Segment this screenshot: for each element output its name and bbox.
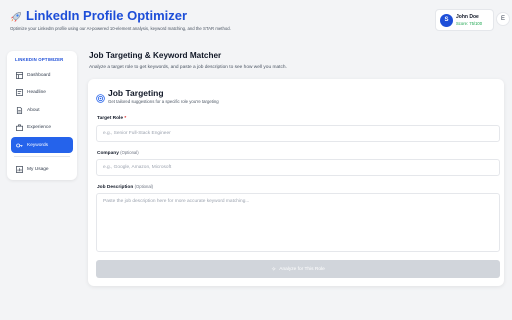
dashboard-icon xyxy=(16,71,23,79)
headline-icon xyxy=(16,89,23,96)
user-name: John Doe xyxy=(456,14,479,20)
sidebar-item-headline[interactable]: Headline xyxy=(11,85,73,101)
app-header: LinkedIn Profile Optimizer Optimize your… xyxy=(0,0,512,38)
card-header: Job Targeting Get tailored suggestions f… xyxy=(96,88,219,104)
required-mark: * xyxy=(124,116,127,121)
page-title: Job Targeting & Keyword Matcher xyxy=(89,51,222,60)
usage-icon xyxy=(16,165,23,173)
card-title: Job Targeting xyxy=(108,88,164,98)
sidebar-item-about[interactable]: About xyxy=(11,102,73,118)
app-title-text: LinkedIn Profile Optimizer xyxy=(26,8,188,23)
sidebar-heading: LINKEDIN OPTIMIZER xyxy=(15,57,64,62)
job-description-label: Job Description (Optional) xyxy=(97,184,153,190)
analyze-role-button[interactable]: ✧ Analyze for This Role xyxy=(96,260,500,278)
key-icon xyxy=(16,142,23,149)
optional-tag: (Optional) xyxy=(120,150,139,155)
job-description-textarea[interactable]: Paste the job description here for more … xyxy=(96,193,500,252)
rocket-icon xyxy=(10,10,22,22)
sidebar-item-usage[interactable]: My Usage xyxy=(11,161,73,177)
user-score: Score: 75/100 xyxy=(456,21,483,26)
about-icon xyxy=(16,106,23,114)
analyze-role-label: Analyze for This Role xyxy=(279,266,325,272)
sidebar-item-label: Headline xyxy=(27,90,46,95)
sidebar-item-dashboard[interactable]: Dashboard xyxy=(11,67,73,83)
app-subtitle: Optimize your LinkedIn profile using our… xyxy=(10,26,231,31)
optional-tag: (Optional) xyxy=(134,184,153,189)
sidebar-divider xyxy=(14,156,70,157)
page-description: Analyze a target role to get keywords, a… xyxy=(89,65,287,70)
avatar: S xyxy=(440,13,453,27)
briefcase-icon xyxy=(16,124,23,131)
user-profile-card[interactable]: S John Doe Score: 75/100 xyxy=(435,9,494,31)
sidebar-item-experience[interactable]: Experience xyxy=(11,120,73,136)
app-title: LinkedIn Profile Optimizer xyxy=(10,8,187,23)
target-role-label: Target Role * xyxy=(97,116,127,121)
target-role-input[interactable]: e.g., Senior Full-Stack Engineer xyxy=(96,125,500,142)
sidebar-item-label: Keywords xyxy=(27,142,49,148)
sidebar-item-keywords[interactable]: Keywords xyxy=(11,137,73,153)
sidebar: LINKEDIN OPTIMIZER Dashboard Headline Ab… xyxy=(7,51,77,180)
company-label: Company (Optional) xyxy=(97,150,139,156)
sidebar-item-label: My Usage xyxy=(27,166,49,172)
card-subtitle: Get tailored suggestions for a specific … xyxy=(108,99,219,104)
job-targeting-card: Job Targeting Get tailored suggestions f… xyxy=(88,79,504,286)
company-input[interactable]: e.g., Google, Amazon, Microsoft xyxy=(96,159,500,176)
sidebar-item-label: Dashboard xyxy=(27,72,51,78)
sidebar-item-label: About xyxy=(27,107,40,113)
account-menu-button[interactable]: E xyxy=(496,12,510,26)
sparkle-icon: ✧ xyxy=(271,266,277,273)
sidebar-item-label: Experience xyxy=(27,125,51,130)
target-icon xyxy=(96,90,105,103)
